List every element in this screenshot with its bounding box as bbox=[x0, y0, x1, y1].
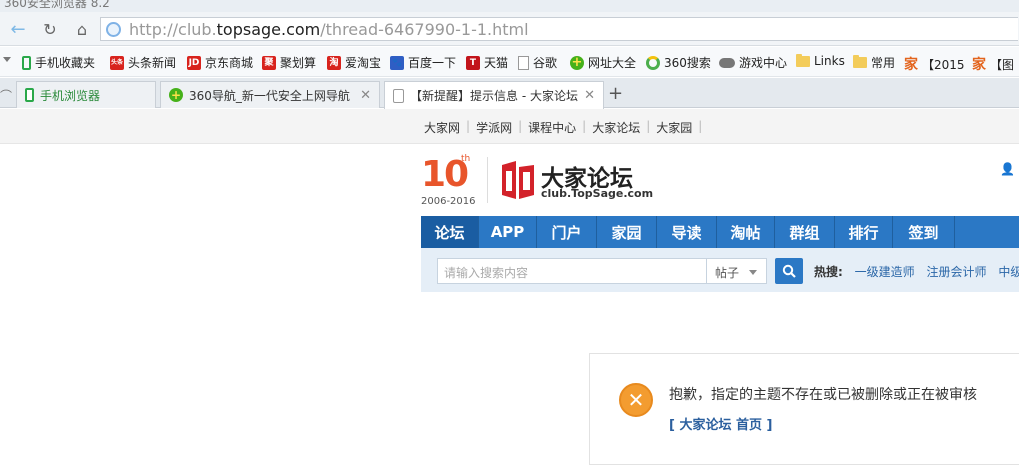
toplink[interactable]: 大家论坛 bbox=[592, 119, 640, 136]
nav-home[interactable]: 家园 bbox=[597, 216, 657, 248]
nav-groups[interactable]: 群组 bbox=[775, 216, 835, 248]
nav-portal[interactable]: 门户 bbox=[537, 216, 597, 248]
chevron-down-icon bbox=[749, 270, 757, 275]
bookmark-item[interactable]: 360搜索 bbox=[646, 54, 711, 71]
toplink[interactable]: 学派网 bbox=[476, 119, 512, 136]
folder-icon bbox=[853, 55, 867, 68]
error-message-box: ✕ 抱歉，指定的主题不存在或已被删除或正在被审核 [ 大家论坛 首页 ] bbox=[589, 353, 1019, 465]
site-logo-domain: club.TopSage.com bbox=[541, 187, 654, 200]
hot-search: 热搜: 一级建造师 注册会计师 中级经 bbox=[814, 263, 1019, 280]
forum-home-link[interactable]: [ 大家论坛 首页 ] bbox=[669, 414, 772, 433]
bookmark-item[interactable]: 聚 聚划算 bbox=[262, 54, 316, 71]
user-icon[interactable]: 👤 bbox=[1000, 162, 1015, 176]
bookmark-item[interactable]: + 网址大全 bbox=[570, 54, 636, 71]
toplink[interactable]: 大家网 bbox=[424, 119, 460, 136]
nav-checkin[interactable]: 签到 bbox=[893, 216, 955, 248]
hot-search-link[interactable]: 注册会计师 bbox=[926, 265, 986, 279]
site-info-icon[interactable] bbox=[106, 22, 121, 37]
topsage-logo-icon[interactable] bbox=[500, 161, 536, 199]
site-top-nav: 大家网 | 学派网 | 课程中心 | 大家论坛 | 大家园 | bbox=[0, 109, 1019, 144]
new-tab-icon[interactable]: + bbox=[608, 83, 623, 104]
logo-divider bbox=[487, 157, 488, 203]
bookmark-item[interactable]: 家 【图 bbox=[972, 54, 1014, 74]
juhuasuan-icon: 聚 bbox=[262, 55, 276, 70]
bookmark-item[interactable]: 常用 bbox=[853, 54, 895, 71]
window-title: 360安全浏览器 8.2 bbox=[4, 0, 110, 10]
jia-icon: 家 bbox=[972, 57, 986, 73]
bookmark-item[interactable]: 游戏中心 bbox=[719, 54, 787, 71]
search-button[interactable] bbox=[775, 258, 803, 284]
toutiao-icon: 头条 bbox=[110, 55, 124, 70]
address-bar: ← ↻ ⌂ http://club.topsage.com/thread-646… bbox=[0, 12, 1019, 46]
nav-guide[interactable]: 导读 bbox=[657, 216, 717, 248]
tab-mobile-browser[interactable]: 手机浏览器 bbox=[16, 81, 156, 108]
bookmark-item[interactable]: 头条 头条新闻 bbox=[110, 54, 176, 71]
bookmark-item[interactable]: 淘 爱淘宝 bbox=[327, 54, 381, 71]
taobao-icon: 淘 bbox=[327, 55, 341, 70]
search-icon bbox=[782, 264, 796, 278]
error-message: 抱歉，指定的主题不存在或已被删除或正在被审核 bbox=[669, 387, 977, 403]
toplink[interactable]: 课程中心 bbox=[528, 119, 576, 136]
tab-topsage[interactable]: 【新提醒】提示信息 - 大家论坛 ✕ bbox=[384, 81, 604, 109]
search-input[interactable]: 请输入搜索内容 bbox=[437, 258, 707, 284]
gamepad-icon bbox=[719, 57, 735, 68]
nav-taotie[interactable]: 淘帖 bbox=[717, 216, 775, 248]
back-icon[interactable]: ← bbox=[6, 18, 30, 40]
bookmarks-menu-arrow-icon[interactable] bbox=[3, 57, 11, 62]
tab-bar: ⌒ 手机浏览器 + 360导航_新一代安全上网导航 ✕ 【新提醒】提示信息 - … bbox=[0, 78, 1019, 109]
window-title-strip: 360安全浏览器 8.2 bbox=[0, 0, 1019, 12]
nav-forum[interactable]: 论坛 bbox=[421, 216, 479, 248]
url-text: http://club.topsage.com/thread-6467990-1… bbox=[129, 20, 529, 39]
bookmark-item[interactable]: JD 京东商城 bbox=[187, 54, 253, 71]
bookmark-item[interactable]: 家 【2015 bbox=[904, 54, 965, 74]
main-nav: 论坛 APP 门户 家园 导读 淘帖 群组 排行 签到 bbox=[421, 216, 1019, 248]
nav-ranking[interactable]: 排行 bbox=[835, 216, 893, 248]
page-icon bbox=[518, 55, 529, 70]
tab-360-nav[interactable]: + 360导航_新一代安全上网导航 ✕ bbox=[160, 81, 380, 108]
reload-icon[interactable]: ↻ bbox=[38, 18, 62, 40]
home-icon[interactable]: ⌂ bbox=[70, 18, 94, 40]
folder-icon bbox=[796, 53, 810, 67]
360nav-icon: + bbox=[169, 88, 183, 102]
phone-icon bbox=[25, 88, 34, 102]
error-x-icon: ✕ bbox=[619, 383, 653, 417]
search-row: 请输入搜索内容 帖子 热搜: 一级建造师 注册会计师 中级经 bbox=[421, 248, 1019, 292]
bookmark-item[interactable]: 🐾 百度一下 bbox=[390, 54, 456, 71]
close-icon[interactable]: ✕ bbox=[584, 88, 595, 103]
toplink[interactable]: 大家园 bbox=[656, 119, 692, 136]
bookmark-item[interactable]: 手机收藏夹 bbox=[22, 54, 95, 71]
page-icon bbox=[393, 88, 404, 103]
nav-app[interactable]: APP bbox=[479, 216, 537, 248]
baidu-icon: 🐾 bbox=[390, 55, 404, 70]
page-content: 大家网 | 学派网 | 课程中心 | 大家论坛 | 大家园 | 10 th 20… bbox=[0, 109, 1019, 465]
bookmark-item[interactable]: Links bbox=[796, 53, 845, 68]
phone-icon bbox=[22, 55, 31, 70]
bookmark-item[interactable]: T 天猫 bbox=[466, 54, 508, 71]
tab-edge-icon[interactable]: ⌒ bbox=[0, 87, 12, 104]
hot-search-link[interactable]: 中级经 bbox=[998, 265, 1019, 279]
hot-search-link[interactable]: 一级建造师 bbox=[855, 265, 915, 279]
bookmarks-bar: 手机收藏夹 头条 头条新闻 JD 京东商城 聚 聚划算 淘 爱淘宝 🐾 百度一下… bbox=[0, 47, 1019, 77]
close-icon[interactable]: ✕ bbox=[360, 88, 371, 103]
jia-icon: 家 bbox=[904, 57, 918, 73]
url-input[interactable]: http://club.topsage.com/thread-6467990-1… bbox=[100, 17, 1018, 41]
360nav-icon: + bbox=[570, 54, 584, 70]
jd-icon: JD bbox=[187, 55, 201, 70]
anniversary-logo: 10 th 2006-2016 bbox=[421, 154, 476, 207]
tmall-icon: T bbox=[466, 55, 480, 70]
bookmark-item[interactable]: 谷歌 bbox=[518, 54, 557, 71]
360search-icon bbox=[646, 55, 660, 70]
search-type-select[interactable]: 帖子 bbox=[707, 258, 767, 284]
